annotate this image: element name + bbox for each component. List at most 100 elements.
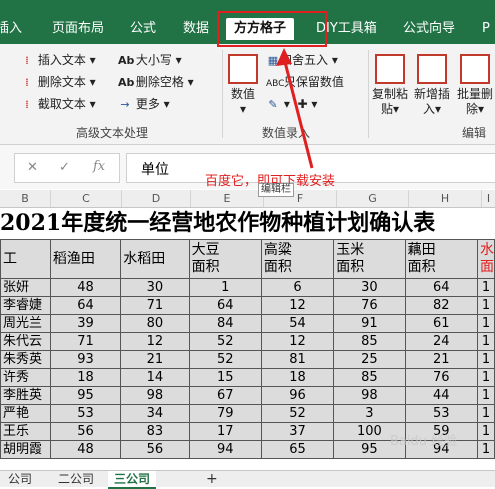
value-cell[interactable]: 71	[120, 296, 190, 315]
column-header-e[interactable]: E	[191, 190, 264, 207]
value-cell[interactable]: 1	[476, 422, 495, 441]
value-cell[interactable]: 1	[476, 296, 495, 315]
value-cell[interactable]: 14	[120, 368, 190, 387]
value-cell[interactable]: 52	[188, 332, 262, 351]
batch-delete-button[interactable]: 批量删除▾	[456, 54, 494, 117]
name-cell[interactable]: 严艳	[0, 404, 51, 423]
value-cell[interactable]: 1	[476, 368, 495, 387]
tab-more[interactable]: P	[482, 18, 490, 40]
value-cell[interactable]: 76	[333, 296, 406, 315]
value-cell[interactable]: 96	[260, 386, 335, 405]
value-cell[interactable]: 24	[404, 332, 478, 351]
value-cell[interactable]: 3	[333, 404, 406, 423]
value-cell[interactable]: 85	[333, 368, 406, 387]
value-cell[interactable]: 1	[476, 332, 495, 351]
column-heading[interactable]: 水 面	[476, 239, 495, 279]
value-cell[interactable]: 81	[260, 350, 335, 369]
cancel-icon[interactable]: ✕	[27, 160, 38, 175]
more-button[interactable]: → 更多 ▾	[118, 96, 169, 113]
value-cell[interactable]: 21	[120, 350, 190, 369]
value-cell[interactable]: 48	[49, 440, 122, 459]
value-cell[interactable]: 6	[260, 278, 335, 297]
value-cell[interactable]: 52	[260, 404, 335, 423]
value-cell[interactable]: 1	[476, 350, 495, 369]
value-cell[interactable]: 37	[260, 422, 335, 441]
value-cell[interactable]: 83	[120, 422, 190, 441]
value-cell[interactable]: 79	[188, 404, 262, 423]
column-heading[interactable]: 大豆 面积	[188, 239, 262, 279]
keep-number-button[interactable]: ABC 只保留数值	[266, 74, 344, 92]
column-heading[interactable]: 玉米 面积	[333, 239, 406, 279]
column-heading[interactable]: 高粱 面积	[260, 239, 335, 279]
name-cell[interactable]: 张妍	[0, 278, 51, 297]
value-cell[interactable]: 56	[49, 422, 122, 441]
case-button[interactable]: Ab 大小写 ▾	[118, 52, 182, 69]
column-header-h[interactable]: H	[409, 190, 482, 207]
value-cell[interactable]: 95	[49, 386, 122, 405]
value-cell[interactable]: 1	[476, 404, 495, 423]
value-cell[interactable]: 80	[120, 314, 190, 333]
name-cell[interactable]: 李胜英	[0, 386, 51, 405]
column-header-i[interactable]: I	[482, 190, 495, 207]
value-cell[interactable]: 18	[49, 368, 122, 387]
value-cell[interactable]: 34	[120, 404, 190, 423]
name-cell[interactable]: 朱秀英	[0, 350, 51, 369]
value-cell[interactable]: 12	[260, 296, 335, 315]
value-cell[interactable]: 30	[120, 278, 190, 297]
tab-page-layout[interactable]: 页面布局	[52, 18, 104, 40]
column-heading[interactable]: 藕田 面积	[404, 239, 478, 279]
value-cell[interactable]: 30	[333, 278, 406, 297]
delete-text-button[interactable]: ⁞ 删除文本 ▾	[20, 74, 95, 91]
value-cell[interactable]: 56	[120, 440, 190, 459]
add-sheet-icon[interactable]: +	[200, 471, 224, 487]
column-header-c[interactable]: C	[51, 190, 122, 207]
tab-formulas[interactable]: 公式	[130, 18, 156, 40]
name-cell[interactable]: 许秀	[0, 368, 51, 387]
value-cell[interactable]: 67	[188, 386, 262, 405]
value-cell[interactable]: 93	[49, 350, 122, 369]
value-cell[interactable]: 64	[404, 278, 478, 297]
value-cell[interactable]: 1	[476, 314, 495, 333]
number-button[interactable]: 数值 ▾	[226, 54, 260, 117]
column-header-g[interactable]: G	[337, 190, 409, 207]
name-cell[interactable]: 周光兰	[0, 314, 51, 333]
round-button[interactable]: ▦ 四舍五入 ▾	[266, 52, 338, 69]
sheet-tab-3[interactable]: 三公司	[108, 471, 157, 489]
new-insert-button[interactable]: 新增插入▾	[414, 54, 450, 117]
copy-paste-button[interactable]: 复制粘贴▾	[372, 54, 408, 117]
column-heading[interactable]: 工	[0, 239, 51, 279]
value-cell[interactable]: 52	[188, 350, 262, 369]
confirm-icon[interactable]: ✓	[59, 160, 70, 175]
value-cell[interactable]: 48	[49, 278, 122, 297]
column-header-b[interactable]: B	[0, 190, 51, 207]
value-cell[interactable]: 1	[476, 386, 495, 405]
delete-space-button[interactable]: Ab 删除空格 ▾	[118, 74, 194, 91]
value-cell[interactable]: 12	[120, 332, 190, 351]
name-cell[interactable]: 朱代云	[0, 332, 51, 351]
fx-icon[interactable]: fx	[93, 159, 105, 174]
value-cell[interactable]: 53	[404, 404, 478, 423]
sheet-tab-1[interactable]: 公司	[2, 471, 38, 487]
value-cell[interactable]: 85	[333, 332, 406, 351]
value-cell[interactable]: 44	[404, 386, 478, 405]
value-cell[interactable]: 71	[49, 332, 122, 351]
tab-data[interactable]: 数据	[183, 18, 209, 40]
value-cell[interactable]: 39	[49, 314, 122, 333]
value-cell[interactable]: 25	[333, 350, 406, 369]
value-cell[interactable]: 1	[476, 440, 495, 459]
edit-number-button[interactable]: ✎ ▾ ✚ ▾	[266, 96, 317, 113]
value-cell[interactable]: 12	[260, 332, 335, 351]
value-cell[interactable]: 76	[404, 368, 478, 387]
value-cell[interactable]: 82	[404, 296, 478, 315]
value-cell[interactable]: 98	[333, 386, 406, 405]
value-cell[interactable]: 61	[404, 314, 478, 333]
value-cell[interactable]: 65	[260, 440, 335, 459]
value-cell[interactable]: 91	[333, 314, 406, 333]
insert-text-button[interactable]: ⁞ 插入文本 ▾	[20, 52, 95, 69]
name-cell[interactable]: 李睿婕	[0, 296, 51, 315]
tab-insert[interactable]: 插入	[0, 18, 22, 40]
sheet-tab-2[interactable]: 二公司	[52, 471, 100, 487]
name-cell[interactable]: 王乐	[0, 422, 51, 441]
value-cell[interactable]: 64	[49, 296, 122, 315]
column-heading[interactable]: 稻渔田	[49, 239, 122, 279]
